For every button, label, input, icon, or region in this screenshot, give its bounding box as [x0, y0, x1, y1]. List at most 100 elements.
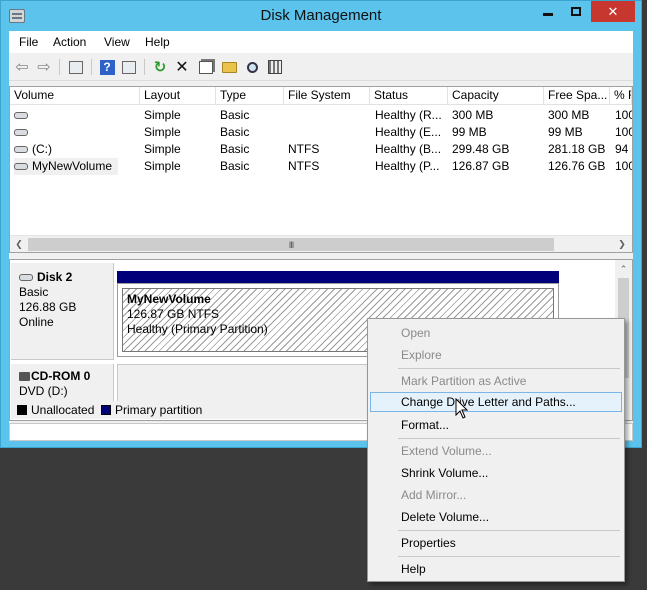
open-folder-button[interactable] [220, 58, 238, 76]
cell-free-space: 281.18 GB [548, 142, 606, 156]
legend-unallocated-label: Unallocated [31, 403, 95, 417]
cell-capacity: 299.48 GB [452, 142, 510, 156]
menu-item-add-mirror[interactable]: Add Mirror... [370, 485, 622, 505]
cell-volume [14, 107, 138, 124]
folder-icon [221, 61, 237, 73]
toolbar: ⇦ ⇨ ? ↻ ✕ [9, 53, 633, 81]
find-button[interactable] [243, 58, 261, 76]
column-file-system[interactable]: File System [284, 87, 370, 105]
show-action-pane-button[interactable] [120, 58, 138, 76]
help-button[interactable]: ? [98, 58, 116, 76]
scroll-right-button[interactable]: ❯ [614, 237, 630, 252]
cell-capacity: 99 MB [452, 125, 487, 139]
cell-percent-free: 94 [615, 142, 629, 156]
menu-separator [398, 556, 620, 557]
horizontal-scrollbar[interactable]: ❮ III ❯ [10, 235, 632, 252]
forward-button[interactable]: ⇨ [35, 58, 53, 76]
volume-disk-icon [14, 163, 28, 171]
disk-2-name-row: Disk 2 [19, 270, 113, 285]
column-layout[interactable]: Layout [140, 87, 216, 105]
primary-partition-bar [117, 271, 559, 283]
menu-separator [398, 530, 620, 531]
minimize-button[interactable] [535, 1, 561, 22]
cell-layout: Simple [144, 159, 181, 173]
scrollbar-thumb[interactable]: III [28, 238, 554, 251]
volume-list[interactable]: Volume Layout Type File System Status Ca… [9, 86, 633, 253]
show-hide-console-tree-button[interactable] [67, 58, 85, 76]
menu-item-open[interactable]: Open [370, 323, 622, 343]
cell-percent-free: 100 [615, 159, 632, 173]
refresh-button[interactable]: ↻ [151, 58, 169, 76]
cell-status: Healthy (R... [375, 108, 442, 122]
disk-type: Basic [19, 285, 49, 299]
scroll-left-button[interactable]: ❮ [11, 237, 27, 252]
menu-item-mark-partition-active[interactable]: Mark Partition as Active [370, 371, 622, 391]
table-row[interactable]: Simple Basic Healthy (E... 99 MB 99 MB 1… [10, 124, 632, 141]
properties-icon [199, 60, 213, 74]
toolbar-separator [144, 59, 145, 75]
menu-item-help[interactable]: Help [370, 559, 622, 579]
maximize-button[interactable] [563, 1, 589, 22]
volume-disk-icon [14, 129, 28, 137]
cell-volume [14, 124, 138, 141]
menu-file[interactable]: File [19, 35, 38, 49]
column-free-space[interactable]: Free Spa... [544, 87, 610, 105]
close-button[interactable]: ✕ [591, 1, 635, 22]
column-capacity[interactable]: Capacity [448, 87, 544, 105]
cell-file-system [288, 124, 370, 141]
volume-name: MyNewVolume [32, 159, 113, 173]
refresh-icon: ↻ [153, 59, 167, 76]
menu-view[interactable]: View [104, 35, 130, 49]
cell-type: Basic [220, 159, 250, 173]
scroll-up-button[interactable]: ⌃ [615, 262, 632, 276]
cell-volume: (C:) [14, 141, 138, 158]
cell-type: Basic [220, 108, 250, 122]
column-volume[interactable]: Volume [10, 87, 140, 105]
menu-separator [398, 368, 620, 369]
title-bar[interactable]: Disk Management ✕ [1, 1, 641, 31]
table-row[interactable]: (C:) Simple Basic NTFS Healthy (B... 299… [10, 141, 632, 158]
menu-item-shrink-volume[interactable]: Shrink Volume... [370, 463, 622, 483]
cell-free-space: 99 MB [548, 125, 583, 139]
menu-item-explore[interactable]: Explore [370, 345, 622, 365]
cell-capacity: 300 MB [452, 108, 494, 122]
menu-separator [398, 438, 620, 439]
chevron-up-icon: ⌃ [619, 263, 628, 274]
cell-capacity: 126.87 GB [452, 159, 510, 173]
close-icon: ✕ [607, 3, 619, 19]
delete-button[interactable]: ✕ [173, 58, 191, 76]
properties-button[interactable] [197, 58, 215, 76]
cell-status: Healthy (E... [375, 125, 442, 139]
table-row-selected[interactable]: MyNewVolume Simple Basic NTFS Healthy (P… [10, 158, 632, 175]
chevron-left-icon: ❮ [15, 239, 23, 249]
cell-free-space: 126.76 GB [548, 159, 606, 173]
cell-type: Basic [220, 142, 250, 156]
column-status[interactable]: Status [370, 87, 448, 105]
table-row[interactable]: Simple Basic Healthy (R... 300 MB 300 MB… [10, 107, 632, 124]
partition-name: MyNewVolume [127, 292, 211, 306]
cdrom-label[interactable]: CD-ROM 0 DVD (D:) [11, 364, 114, 404]
menu-bar: File Action View Help [9, 31, 633, 53]
cell-volume: MyNewVolume [14, 158, 118, 175]
volume-disk-icon [14, 112, 28, 120]
back-button[interactable]: ⇦ [13, 58, 31, 76]
menu-action[interactable]: Action [53, 35, 86, 49]
column-percent-free[interactable]: % F [610, 87, 632, 105]
minimize-icon [543, 13, 553, 16]
menu-item-properties[interactable]: Properties [370, 533, 622, 553]
scroll-grip: III [288, 239, 294, 250]
menu-item-change-drive-letter[interactable]: Change Drive Letter and Paths... [370, 392, 622, 412]
disk-size: 126.88 GB [19, 300, 77, 314]
help-icon: ? [99, 59, 115, 75]
column-type[interactable]: Type [216, 87, 284, 105]
menu-item-extend-volume[interactable]: Extend Volume... [370, 441, 622, 461]
chevron-right-icon: ❯ [618, 239, 626, 249]
menu-help[interactable]: Help [145, 35, 170, 49]
settings-button[interactable] [266, 58, 284, 76]
disk-2-label[interactable]: Disk 2 Basic 126.88 GB Online [11, 263, 114, 360]
menu-item-format[interactable]: Format... [370, 415, 622, 435]
legend-primary-label: Primary partition [115, 403, 203, 417]
disk-state: Online [19, 315, 54, 329]
legend-unallocated: Unallocated [17, 403, 94, 417]
menu-item-delete-volume[interactable]: Delete Volume... [370, 507, 622, 527]
